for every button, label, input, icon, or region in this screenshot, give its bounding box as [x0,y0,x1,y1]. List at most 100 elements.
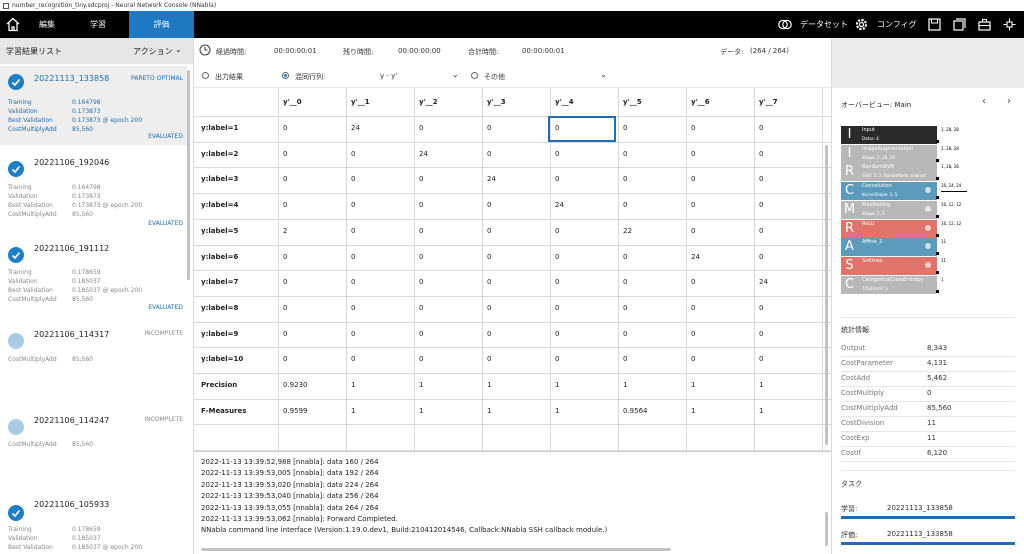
config-button[interactable]: コンフィグ [877,11,917,38]
layer-block[interactable]: M MaxPooling Shape: 2, 2 [841,200,939,219]
matrix-cell[interactable]: 0 [618,142,686,167]
matrix-cell[interactable]: 0 [618,245,686,270]
matrix-cell[interactable]: 0 [346,219,414,244]
matrix-cell[interactable]: 0 [686,296,754,321]
matrix-cell[interactable]: 0 [686,347,754,372]
result-item[interactable]: 20221106_105933 Training 0.178659 Validat… [0,492,187,554]
matrix-select[interactable]: y - y' [380,72,397,80]
chevron-down-icon[interactable]: ⌄ [175,45,182,54]
matrix-cell[interactable]: 0 [482,270,550,295]
matrix-cell[interactable]: 0 [686,322,754,347]
matrix-cell[interactable]: 0 [414,219,482,244]
matrix-cell[interactable]: 0 [550,347,618,372]
dataset-button[interactable]: データセット [800,11,848,38]
radio-confusion-matrix[interactable] [282,72,289,79]
matrix-cell[interactable]: 0.9599 [278,399,346,424]
matrix-cell[interactable]: 0 [346,322,414,347]
matrix-cell[interactable]: 0 [278,167,346,192]
matrix-cell[interactable]: 0 [482,322,550,347]
matrix-cell[interactable]: 0 [482,193,550,218]
matrix-cell[interactable]: 1 [482,373,550,398]
layer-block[interactable]: C Convolution KernelShape: 5, 5 [841,182,939,201]
matrix-cell[interactable]: 0 [686,193,754,218]
matrix-cell[interactable]: 24 [346,116,414,141]
chevron-right-icon[interactable]: › [1007,96,1011,107]
layer-block[interactable]: I ImageAugmentation Shape: 1, 28, 28 [841,144,939,163]
log-scrollbar-horizontal[interactable] [201,548,671,551]
save-icon[interactable] [928,18,941,31]
action-menu[interactable]: アクション [133,46,173,57]
result-item[interactable]: 20221113_133858 PARETO OPTIMAL Training 0… [0,66,187,145]
matrix-cell[interactable]: 0 [550,219,618,244]
matrix-cell[interactable]: 0 [550,322,618,347]
matrix-cell[interactable]: 0 [754,322,822,347]
matrix-cell[interactable]: 24 [414,142,482,167]
layer-block[interactable]: A Affine_2 [841,238,939,257]
matrix-cell[interactable]: 0 [414,270,482,295]
matrix-cell[interactable]: 0 [686,142,754,167]
other-label[interactable]: その他 [484,72,505,82]
matrix-cell[interactable]: 0 [550,142,618,167]
layer-block[interactable]: R RandomShift Shift: 2, 2, BorderMode: nea… [841,163,939,182]
matrix-cell[interactable]: 0 [618,270,686,295]
matrix-cell[interactable]: 0 [618,322,686,347]
result-item[interactable]: 20221106_114317 INCOMPLETE CostMultiplyA… [0,320,187,402]
column-header[interactable]: y'__7 [754,90,822,115]
matrix-cell[interactable]: 0 [482,245,550,270]
matrix-cell[interactable]: 0 [482,296,550,321]
matrix-cell[interactable]: 0 [346,347,414,372]
matrix-cell[interactable]: 1 [414,373,482,398]
matrix-cell[interactable]: 0 [278,322,346,347]
column-header[interactable]: y'__4 [550,90,618,115]
matrix-cell[interactable]: 0 [346,245,414,270]
column-header[interactable]: y'__5 [618,90,686,115]
matrix-cell[interactable]: 0 [346,296,414,321]
matrix-cell[interactable]: 0 [278,296,346,321]
matrix-cell[interactable]: 0 [754,167,822,192]
matrix-cell[interactable]: 0 [414,167,482,192]
matrix-cell[interactable]: 0 [346,270,414,295]
matrix-cell[interactable]: 0 [686,116,754,141]
matrix-cell[interactable]: 0 [278,193,346,218]
matrix-cell[interactable]: 0 [550,167,618,192]
matrix-cell[interactable]: 0 [414,322,482,347]
matrix-cell[interactable]: 1 [754,399,822,424]
matrix-cell[interactable]: 0 [754,219,822,244]
output-label[interactable]: 出力結果 [215,72,243,82]
dataset-icon[interactable] [777,18,793,31]
matrix-cell[interactable]: 0 [754,347,822,372]
network-graph[interactable]: I Input Datas: 4 1, 28, 28 I ImageAugmentatio… [841,126,1015,300]
chevron-down-icon[interactable]: ⌄ [600,70,607,79]
radio-output[interactable] [202,72,209,79]
matrix-label[interactable]: 混同行列: [295,72,325,82]
matrix-cell[interactable]: 1 [618,373,686,398]
matrix-cell[interactable]: 0 [346,193,414,218]
matrix-cell[interactable]: 0 [686,167,754,192]
matrix-cell[interactable]: 22 [618,219,686,244]
matrix-cell[interactable]: 1 [550,373,618,398]
matrix-cell[interactable]: 0 [618,296,686,321]
matrix-cell[interactable]: 0 [414,296,482,321]
matrix-cell[interactable]: 1 [686,373,754,398]
tab-evaluation[interactable]: 評価 [129,11,194,38]
column-header[interactable]: y'__2 [414,90,482,115]
matrix-cell[interactable]: 0 [346,142,414,167]
matrix-cell[interactable]: 0 [618,116,686,141]
matrix-scrollbar[interactable] [825,145,828,445]
matrix-cell[interactable]: 0 [754,296,822,321]
matrix-cell[interactable]: 1 [414,399,482,424]
chevron-down-icon[interactable]: ⌄ [452,70,459,79]
matrix-cell[interactable]: 0 [346,167,414,192]
matrix-cell[interactable]: 0 [686,270,754,295]
matrix-cell[interactable]: 0 [618,167,686,192]
matrix-cell[interactable]: 24 [686,245,754,270]
matrix-cell[interactable]: 0 [550,270,618,295]
matrix-cell[interactable]: 0 [278,116,346,141]
column-header[interactable]: y'__3 [482,90,550,115]
result-item[interactable]: 20221106_191112 Training 0.178659 Validat… [0,234,187,316]
matrix-cell[interactable]: 0 [550,296,618,321]
matrix-cell[interactable]: 0 [278,142,346,167]
layer-block[interactable]: C CategoricalCrossEntropy T.Datasets: y [841,275,939,294]
matrix-cell[interactable]: 0 [754,142,822,167]
matrix-cell[interactable]: 1 [754,373,822,398]
